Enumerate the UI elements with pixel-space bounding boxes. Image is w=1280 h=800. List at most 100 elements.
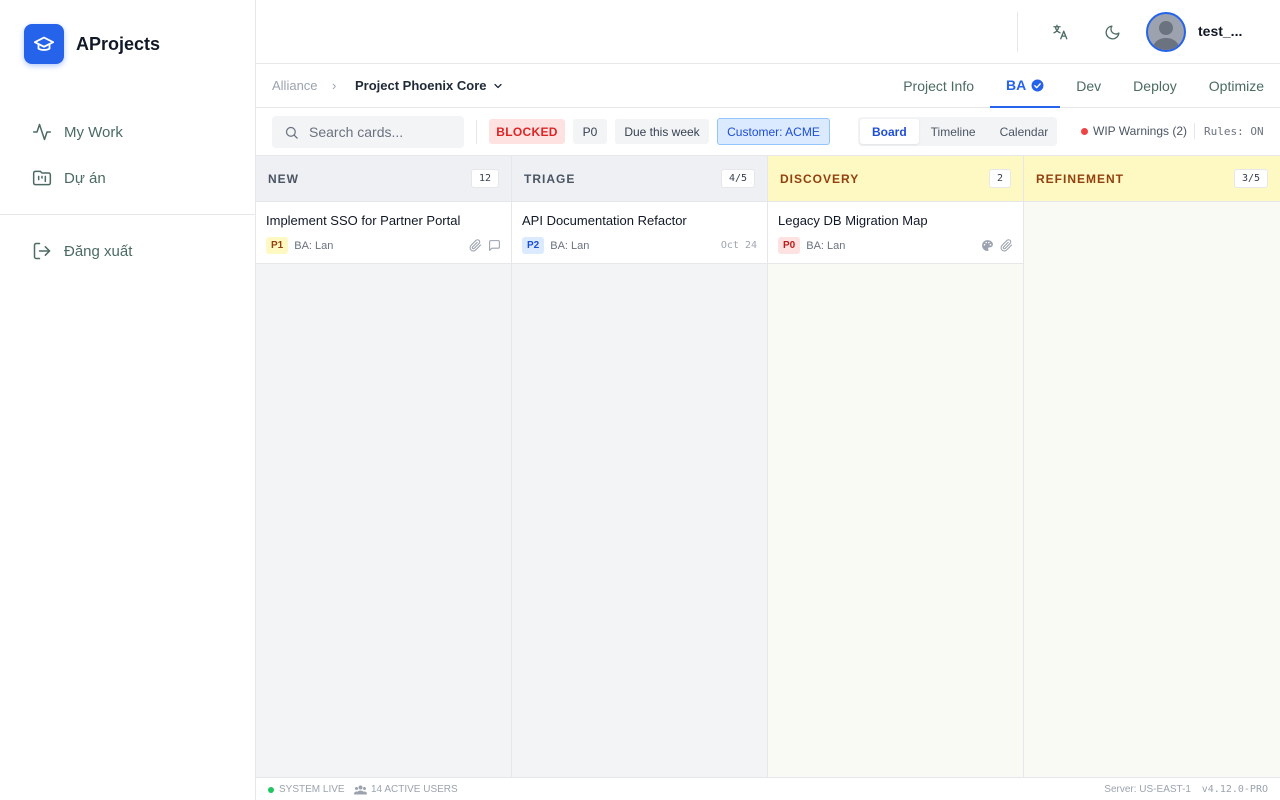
- sidebar-nav: My Work Dự án: [0, 112, 255, 204]
- view-board[interactable]: Board: [860, 119, 919, 144]
- project-subheader: Alliance › Project Phoenix Core Project …: [256, 64, 1280, 108]
- sidebar-item-my-work[interactable]: My Work: [0, 112, 255, 152]
- paperclip-icon: [469, 239, 482, 252]
- kanban-card[interactable]: Legacy DB Migration Map P0 BA: Lan: [768, 202, 1023, 264]
- search-icon: [284, 125, 299, 140]
- folder-kanban-icon: [32, 168, 52, 188]
- column-title: DISCOVERY: [780, 171, 860, 186]
- palette-icon: [981, 239, 994, 252]
- column-header: NEW 12: [256, 156, 511, 202]
- view-timeline[interactable]: Timeline: [919, 119, 988, 144]
- sidebar-divider: [0, 214, 255, 215]
- column-triage: TRIAGE 4/5 API Documentation Refactor P2…: [512, 156, 768, 777]
- card-assignee: BA: Lan: [550, 239, 590, 252]
- status-footer: SYSTEM LIVE 14 ACTIVE USERS Server: US-E…: [256, 777, 1280, 800]
- card-title: Legacy DB Migration Map: [778, 213, 928, 228]
- filter-chip-blocked[interactable]: BLOCKED: [489, 119, 565, 144]
- sidebar-secondary-nav: Đăng xuất: [0, 231, 255, 277]
- card-icons: [981, 239, 1013, 252]
- kanban-card[interactable]: Implement SSO for Partner Portal P1 BA: …: [256, 202, 511, 264]
- tab-label: BA: [1006, 77, 1027, 93]
- tab-ba[interactable]: BA: [990, 64, 1061, 108]
- moon-icon[interactable]: [1100, 20, 1124, 44]
- card-icons: [469, 239, 501, 252]
- column-title: REFINEMENT: [1036, 171, 1124, 186]
- system-status-label: SYSTEM LIVE: [279, 784, 345, 795]
- view-calendar[interactable]: Calendar: [988, 119, 1061, 144]
- card-due-date: Oct 24: [720, 240, 757, 251]
- sidebar-item-projects[interactable]: Dự án: [0, 158, 255, 198]
- card-meta: P2 BA: Lan Oct 24: [522, 237, 757, 254]
- header-divider: [1017, 12, 1018, 52]
- column-count: 4/5: [720, 169, 755, 188]
- status-dot: [268, 786, 274, 793]
- column-discovery: DISCOVERY 2 Legacy DB Migration Map P0 B…: [768, 156, 1024, 777]
- column-header: REFINEMENT 3/5: [1024, 156, 1280, 202]
- wip-warnings-label: WIP Warnings (2): [1093, 124, 1188, 138]
- kanban-board: NEW 12 Implement SSO for Partner Portal …: [256, 156, 1280, 777]
- tab-optimize[interactable]: Optimize: [1193, 64, 1280, 108]
- logout-icon: [32, 241, 52, 261]
- filter-divider: [476, 120, 477, 144]
- card-meta: P1 BA: Lan: [266, 237, 501, 254]
- sidebar-item-logout[interactable]: Đăng xuất: [0, 231, 255, 271]
- card-title: Implement SSO for Partner Portal: [266, 213, 461, 228]
- sidebar-item-label: Đăng xuất: [64, 242, 133, 260]
- avatar[interactable]: [1146, 12, 1186, 52]
- column-header: DISCOVERY 2: [768, 156, 1023, 202]
- graduation-cap-icon: [24, 24, 64, 64]
- project-name: Project Phoenix Core: [355, 78, 487, 93]
- wip-divider: [1194, 123, 1195, 139]
- chevron-down-icon: [492, 80, 504, 92]
- tab-label: Deploy: [1133, 78, 1177, 94]
- user-name[interactable]: test_...: [1198, 23, 1242, 39]
- priority-badge: P1: [266, 237, 289, 254]
- search-input[interactable]: [309, 124, 449, 140]
- tab-label: Project Info: [903, 78, 975, 94]
- view-switcher: Board Timeline Calendar: [858, 117, 1057, 146]
- search-box: [272, 116, 464, 148]
- top-header: test_...: [256, 0, 1280, 64]
- app-root: AProjects My Work Dự án Đăng xuất test_.…: [0, 0, 1280, 800]
- tab-label: Optimize: [1208, 78, 1264, 94]
- paperclip-icon: [1000, 239, 1013, 252]
- translate-icon[interactable]: [1048, 20, 1072, 44]
- brand-name: AProjects: [76, 33, 161, 54]
- active-users: 14 ACTIVE USERS: [354, 784, 458, 795]
- column-count: 2: [988, 169, 1011, 188]
- tab-project-info[interactable]: Project Info: [887, 64, 990, 108]
- column-count: 12: [470, 169, 499, 188]
- active-users-label: 14 ACTIVE USERS: [371, 784, 458, 795]
- filter-chip-due-this-week[interactable]: Due this week: [615, 119, 709, 144]
- card-icons: Oct 24: [721, 240, 757, 251]
- comment-icon: [488, 239, 501, 252]
- filter-chip-p0[interactable]: P0: [573, 119, 607, 144]
- filter-chip-customer[interactable]: Customer: ACME: [717, 118, 830, 145]
- kanban-card[interactable]: API Documentation Refactor P2 BA: Lan Oc…: [512, 202, 767, 264]
- card-assignee: BA: Lan: [806, 239, 846, 252]
- wip-warnings[interactable]: WIP Warnings (2): [1081, 124, 1187, 138]
- check-circle-icon: [1031, 79, 1044, 92]
- rules-status[interactable]: Rules: ON: [1204, 125, 1264, 138]
- app-version: v4.12.0-PRO: [1201, 784, 1268, 795]
- sidebar-item-label: My Work: [64, 123, 123, 141]
- server-region: Server: US-EAST-1: [1104, 784, 1191, 795]
- project-selector[interactable]: Project Phoenix Core: [355, 78, 504, 93]
- priority-badge: P2: [522, 237, 545, 254]
- column-header: TRIAGE 4/5: [512, 156, 767, 202]
- card-title: API Documentation Refactor: [522, 213, 687, 228]
- brand[interactable]: AProjects: [24, 24, 160, 64]
- system-status: SYSTEM LIVE: [268, 784, 345, 795]
- breadcrumb-root[interactable]: Alliance: [272, 78, 318, 93]
- users-icon: [354, 784, 367, 795]
- card-assignee: BA: Lan: [294, 239, 334, 252]
- tab-deploy[interactable]: Deploy: [1117, 64, 1193, 108]
- column-title: TRIAGE: [524, 171, 576, 186]
- column-title: NEW: [268, 171, 299, 186]
- activity-icon: [32, 122, 52, 142]
- sidebar: AProjects My Work Dự án Đăng xuất: [0, 0, 256, 800]
- filter-bar: BLOCKED P0 Due this week Customer: ACME …: [256, 108, 1280, 156]
- column-new: NEW 12 Implement SSO for Partner Portal …: [256, 156, 512, 777]
- tab-dev[interactable]: Dev: [1060, 64, 1117, 108]
- priority-badge: P0: [778, 237, 801, 254]
